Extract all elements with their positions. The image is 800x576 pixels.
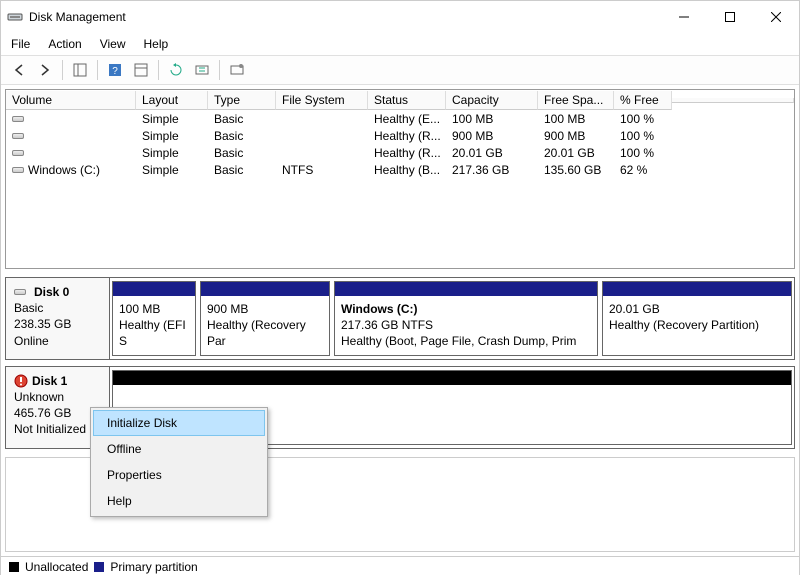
partition-bar bbox=[335, 282, 597, 296]
legend-swatch-primary bbox=[94, 562, 104, 572]
col-volume[interactable]: Volume bbox=[6, 91, 136, 110]
volume-list[interactable]: Volume Layout Type File System Status Ca… bbox=[5, 89, 795, 269]
col-type[interactable]: Type bbox=[208, 91, 276, 110]
menu-action[interactable]: Action bbox=[46, 35, 83, 53]
back-button[interactable] bbox=[7, 58, 31, 82]
rescan-button[interactable] bbox=[190, 58, 214, 82]
col-freespace[interactable]: Free Spa... bbox=[538, 91, 614, 110]
menu-view[interactable]: View bbox=[98, 35, 128, 53]
disk0-size: 238.35 GB bbox=[14, 317, 71, 331]
svg-text:?: ? bbox=[112, 66, 118, 77]
titlebar: Disk Management bbox=[1, 1, 799, 33]
toolbar: ? bbox=[1, 55, 799, 85]
toolbar-separator bbox=[219, 60, 220, 80]
legend: Unallocated Primary partition bbox=[1, 556, 799, 576]
partition-bar bbox=[113, 371, 791, 385]
toolbar-separator bbox=[62, 60, 63, 80]
menu-item-initialize-disk[interactable]: Initialize Disk bbox=[93, 410, 265, 436]
help-button[interactable]: ? bbox=[103, 58, 127, 82]
partition-bar bbox=[113, 282, 195, 296]
disk-row-0: Disk 0 Basic 238.35 GB Online 100 MB Hea… bbox=[5, 277, 795, 360]
volume-icon bbox=[12, 133, 24, 139]
disk1-state: Not Initialized bbox=[14, 421, 102, 437]
col-pctfree[interactable]: % Free bbox=[614, 91, 672, 110]
col-layout[interactable]: Layout bbox=[136, 91, 208, 110]
volume-icon bbox=[12, 150, 24, 156]
disk-error-icon bbox=[14, 374, 28, 388]
partition-bar bbox=[201, 282, 329, 296]
table-row[interactable]: Simple Basic Healthy (R... 20.01 GB 20.0… bbox=[6, 144, 794, 161]
disk0-type: Basic bbox=[14, 301, 43, 315]
legend-swatch-unallocated bbox=[9, 562, 19, 572]
col-status[interactable]: Status bbox=[368, 91, 446, 110]
window-title: Disk Management bbox=[29, 10, 126, 24]
maximize-button[interactable] bbox=[707, 1, 753, 33]
table-row[interactable]: Windows (C:) Simple Basic NTFS Healthy (… bbox=[6, 161, 794, 178]
partition[interactable]: 100 MB Healthy (EFI S bbox=[112, 281, 196, 356]
toolbar-separator bbox=[97, 60, 98, 80]
forward-button[interactable] bbox=[33, 58, 57, 82]
disk1-type: Unknown bbox=[14, 390, 64, 404]
window-controls bbox=[661, 1, 799, 33]
view-button[interactable] bbox=[129, 58, 153, 82]
partition[interactable]: 900 MB Healthy (Recovery Par bbox=[200, 281, 330, 356]
partition[interactable]: 20.01 GB Healthy (Recovery Partition) bbox=[602, 281, 792, 356]
disk0-partitions: 100 MB Healthy (EFI S 900 MB Healthy (Re… bbox=[110, 278, 794, 359]
menu-item-offline[interactable]: Offline bbox=[93, 436, 265, 462]
settings-button[interactable] bbox=[225, 58, 249, 82]
show-hide-tree-button[interactable] bbox=[68, 58, 92, 82]
minimize-button[interactable] bbox=[661, 1, 707, 33]
table-row[interactable]: Simple Basic Healthy (E... 100 MB 100 MB… bbox=[6, 110, 794, 127]
disk0-state: Online bbox=[14, 334, 49, 348]
menu-help[interactable]: Help bbox=[142, 35, 171, 53]
app-icon bbox=[7, 9, 23, 25]
legend-unallocated: Unallocated bbox=[25, 560, 88, 574]
refresh-button[interactable] bbox=[164, 58, 188, 82]
close-button[interactable] bbox=[753, 1, 799, 33]
disk-icon bbox=[14, 289, 26, 295]
partition-bar bbox=[603, 282, 791, 296]
menu-item-help[interactable]: Help bbox=[93, 488, 265, 514]
disk1-size: 465.76 GB bbox=[14, 406, 71, 420]
toolbar-separator bbox=[158, 60, 159, 80]
menu-file[interactable]: File bbox=[9, 35, 32, 53]
volume-list-header: Volume Layout Type File System Status Ca… bbox=[6, 90, 794, 110]
col-capacity[interactable]: Capacity bbox=[446, 91, 538, 110]
menubar: File Action View Help bbox=[1, 33, 799, 55]
menu-item-properties[interactable]: Properties bbox=[93, 462, 265, 488]
col-filesystem[interactable]: File System bbox=[276, 91, 368, 110]
legend-primary: Primary partition bbox=[110, 560, 197, 574]
context-menu: Initialize Disk Offline Properties Help bbox=[90, 407, 268, 517]
table-row[interactable]: Simple Basic Healthy (R... 900 MB 900 MB… bbox=[6, 127, 794, 144]
volume-icon bbox=[12, 167, 24, 173]
volume-icon bbox=[12, 116, 24, 122]
partition[interactable]: Windows (C:) 217.36 GB NTFS Healthy (Boo… bbox=[334, 281, 598, 356]
disk0-label[interactable]: Disk 0 Basic 238.35 GB Online bbox=[6, 278, 110, 359]
